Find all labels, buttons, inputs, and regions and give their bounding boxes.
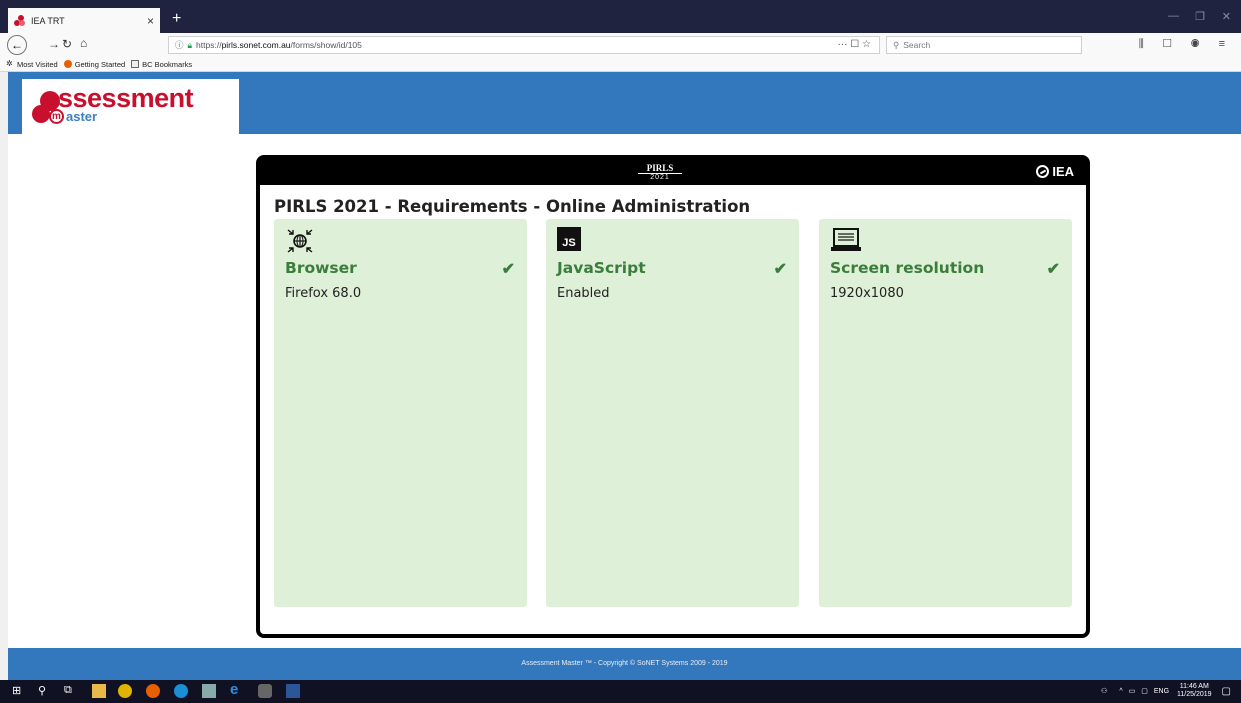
checkmark-icon: ✔ — [773, 261, 787, 278]
browser-navbar: ← → ↻ ⌂ ⓘ 🔒︎ https://pirls.sonet.com.au /… — [0, 33, 1241, 57]
bookmark-most-visited[interactable]: ✲ Most Visited — [6, 60, 58, 69]
folder-icon — [131, 60, 140, 68]
app-icon[interactable] — [258, 684, 272, 698]
task-view-icon[interactable]: ⧉ — [64, 684, 78, 698]
checkmark-icon: ✔ — [501, 261, 515, 278]
browser-tab[interactable]: IEA TRT × — [8, 8, 160, 33]
tab-title: IEA TRT — [31, 15, 65, 26]
firefox-icon[interactable] — [146, 684, 160, 698]
pirls-logo: PIRLS 2021 — [638, 163, 682, 181]
firefox-icon — [63, 60, 72, 68]
windows-start-icon[interactable]: ⊞ — [12, 684, 26, 698]
language-indicator[interactable]: ENG — [1154, 688, 1169, 695]
back-button[interactable]: ← — [7, 35, 27, 55]
word-icon[interactable] — [286, 684, 300, 698]
forward-icon[interactable]: → — [48, 37, 60, 51]
requirements-card: PIRLS 2021 IEA PIRLS 2021 - Requirements… — [256, 155, 1090, 638]
bookmark-getting-started[interactable]: Getting Started — [63, 60, 125, 69]
screen: IEA TRT × + — ❐ ✕ ← → ↻ ⌂ ⓘ 🔒︎ https://p… — [0, 0, 1241, 703]
js-icon: JS — [557, 227, 581, 251]
requirement-value: Enabled — [557, 286, 610, 301]
laptop-icon — [830, 227, 862, 258]
search-input[interactable]: ⚲ Search — [886, 36, 1082, 54]
chrome-icon[interactable] — [118, 684, 132, 698]
app-header: m ssessment aster — [8, 72, 1241, 134]
checkmark-icon: ✔ — [1046, 261, 1060, 278]
search-placeholder: Search — [903, 40, 931, 50]
card-header: PIRLS 2021 IEA — [260, 159, 1086, 185]
url-prefix: https:// — [196, 40, 222, 50]
iea-globe-icon — [1036, 165, 1050, 178]
lock-icon[interactable]: 🔒︎ — [188, 40, 193, 51]
gear-icon: ✲ — [6, 59, 13, 68]
chevron-up-icon[interactable]: ^ — [1119, 688, 1122, 695]
skype-icon[interactable] — [174, 684, 188, 698]
url-path: /forms/show/id/105 — [290, 40, 362, 50]
close-window-icon[interactable]: ✕ — [1222, 10, 1231, 23]
requirement-screen-resolution: Screen resolution ✔ 1920x1080 — [819, 219, 1072, 607]
restore-icon[interactable]: ❐ — [1195, 10, 1205, 23]
tab-close-icon[interactable]: × — [147, 14, 154, 28]
requirement-value: 1920x1080 — [830, 286, 904, 301]
info-icon[interactable]: ⓘ — [175, 39, 184, 51]
iea-logo: IEA — [1036, 164, 1074, 179]
minimize-icon[interactable]: — — [1168, 10, 1179, 22]
search-icon: ⚲ — [893, 39, 900, 50]
system-tray: ⚇ ^ ▭ ▢ ENG 11:46 AM 11/25/2019 ▢ — [1101, 683, 1231, 699]
logo-sub-text: aster — [66, 109, 98, 124]
url-bar[interactable]: ⓘ 🔒︎ https://pirls.sonet.com.au/forms/sh… — [168, 36, 880, 54]
assessment-master-logo[interactable]: m ssessment aster — [22, 79, 239, 134]
battery-icon[interactable]: ▭ — [1129, 687, 1136, 695]
requirement-name: Screen resolution — [830, 259, 985, 277]
requirement-javascript: JS JavaScript ✔ Enabled — [546, 219, 799, 607]
network-icon[interactable]: ▢ — [1141, 687, 1148, 695]
page-title: PIRLS 2021 - Requirements - Online Admin… — [274, 197, 751, 216]
url-host: pirls.sonet.com.au — [221, 40, 291, 50]
requirement-name: JavaScript — [557, 259, 646, 277]
page-actions[interactable]: ··· ☐ ☆ — [838, 39, 871, 50]
toolbar-icons[interactable]: ⫼ ☐ ◉ ≡ — [1139, 38, 1233, 51]
home-icon[interactable]: ⌂ — [80, 36, 87, 50]
browser-tab-strip: IEA TRT × + — ❐ ✕ — [0, 0, 1241, 33]
windows-taskbar: ⊞ ⚲ ⧉ e ⚇ ^ ▭ ▢ ENG 11:46 AM 11/25/2019 … — [0, 680, 1241, 703]
new-tab-button[interactable]: + — [172, 10, 181, 28]
bookmarks-toolbar: ✲ Most Visited Getting Started BC Bookma… — [0, 57, 1241, 72]
search-icon[interactable]: ⚲ — [38, 684, 52, 698]
app-icon[interactable] — [202, 684, 216, 698]
people-icon[interactable]: ⚇ — [1101, 687, 1107, 695]
bookmark-bc-bookmarks[interactable]: BC Bookmarks — [131, 60, 192, 69]
file-explorer-icon[interactable] — [92, 684, 106, 698]
notifications-icon[interactable]: ▢ — [1222, 686, 1231, 697]
assessment-master-favicon-icon — [14, 15, 25, 26]
requirement-name: Browser — [285, 259, 357, 277]
requirement-value: Firefox 68.0 — [285, 286, 362, 301]
edge-icon[interactable]: e — [230, 682, 244, 698]
window-edge — [0, 72, 8, 680]
reload-icon[interactable]: ↻ — [62, 37, 72, 51]
page-footer: Assessment Master ™ - Copyright © SoNET … — [8, 648, 1241, 680]
clock[interactable]: 11:46 AM 11/25/2019 — [1177, 683, 1212, 699]
network-globe-icon — [285, 227, 315, 260]
requirement-browser: Browser ✔ Firefox 68.0 — [274, 219, 527, 607]
